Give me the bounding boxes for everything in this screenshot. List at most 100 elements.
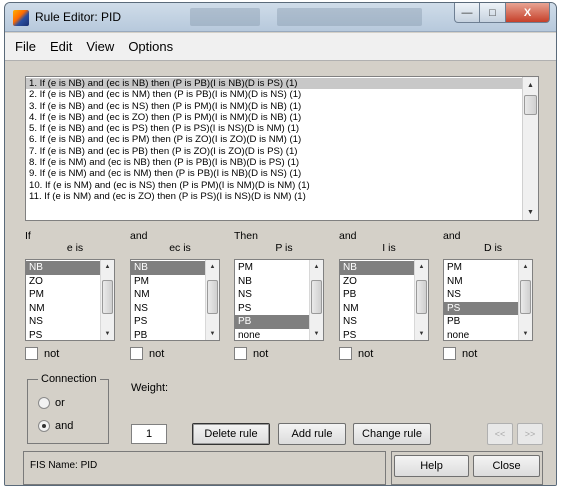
maximize-button[interactable]: □	[480, 3, 506, 23]
scroll-up-arrow-icon[interactable]: ▲	[206, 260, 219, 273]
menu-edit[interactable]: Edit	[50, 39, 72, 54]
listbox-option[interactable]: NM	[340, 302, 414, 316]
or-radio[interactable]	[38, 397, 50, 409]
listbox-option[interactable]: PM	[131, 275, 205, 289]
scroll-down-arrow-icon[interactable]: ▼	[101, 327, 114, 340]
listbox-option[interactable]: PB	[340, 288, 414, 302]
listbox-option[interactable]: NM	[26, 302, 100, 316]
connection-and-option[interactable]: and	[38, 420, 73, 432]
listbox-scrollbar[interactable]: ▲ ▼	[309, 260, 323, 340]
listbox-option[interactable]: PS	[444, 301, 518, 315]
listbox-option[interactable]: NS	[131, 302, 205, 316]
rule-list-scrollbar[interactable]: ▲ ▼	[522, 77, 538, 220]
listbox-scrollbar[interactable]: ▲ ▼	[414, 260, 428, 340]
listbox-option[interactable]: PS	[131, 315, 205, 329]
rule-item[interactable]: 10. If (e is NM) and (ec is NS) then (P …	[26, 180, 522, 191]
not-checkbox[interactable]	[443, 347, 456, 360]
rule-item[interactable]: 2. If (e is NB) and (ec is NM) then (P i…	[26, 89, 522, 100]
title-bar[interactable]: Rule Editor: PID — □ X	[5, 3, 556, 32]
listbox-option[interactable]: ZO	[26, 275, 100, 289]
listbox-option[interactable]: PS	[340, 329, 414, 341]
listbox-option[interactable]: PB	[131, 329, 205, 341]
not-checkbox[interactable]	[339, 347, 352, 360]
rule-item[interactable]: 7. If (e is NB) and (ec is PB) then (P i…	[26, 146, 522, 157]
menu-view[interactable]: View	[86, 39, 114, 54]
connection-or-option[interactable]: or	[38, 397, 65, 409]
not-checkbox[interactable]	[25, 347, 38, 360]
minimize-button[interactable]: —	[454, 3, 480, 23]
scroll-thumb[interactable]	[311, 280, 322, 314]
membership-listbox-e[interactable]: NB ZO PM NM NS PS ▲ ▼	[25, 259, 115, 341]
change-rule-button[interactable]: Change rule	[353, 423, 431, 445]
rule-item[interactable]: 6. If (e is NB) and (ec is PM) then (P i…	[26, 134, 522, 145]
scroll-up-arrow-icon[interactable]: ▲	[101, 260, 114, 273]
scroll-up-arrow-icon[interactable]: ▲	[415, 260, 428, 273]
close-button[interactable]: Close	[473, 455, 540, 477]
scroll-thumb[interactable]	[416, 280, 427, 314]
membership-listbox-i[interactable]: NB ZO PB NM NS PS ▲ ▼	[339, 259, 429, 341]
not-checkbox-row[interactable]: not	[339, 347, 429, 360]
membership-listbox-p[interactable]: PM NB NS PS PB none ▲ ▼	[234, 259, 324, 341]
rule-list[interactable]: 1. If (e is NB) and (ec is NB) then (P i…	[25, 76, 539, 221]
listbox-option[interactable]: NS	[340, 315, 414, 329]
and-radio[interactable]	[38, 420, 50, 432]
scroll-down-arrow-icon[interactable]: ▼	[206, 327, 219, 340]
listbox-option[interactable]: NM	[131, 288, 205, 302]
listbox-option[interactable]: NS	[26, 315, 100, 329]
rule-item[interactable]: 3. If (e is NB) and (ec is NS) then (P i…	[26, 101, 522, 112]
scroll-down-arrow-icon[interactable]: ▼	[415, 327, 428, 340]
not-checkbox[interactable]	[130, 347, 143, 360]
listbox-option[interactable]: none	[235, 329, 309, 341]
listbox-option[interactable]: PB	[235, 315, 309, 329]
listbox-option[interactable]: none	[444, 329, 518, 341]
listbox-option[interactable]: NB	[340, 261, 414, 275]
scroll-up-arrow-icon[interactable]: ▲	[310, 260, 323, 273]
add-rule-button[interactable]: Add rule	[278, 423, 346, 445]
scroll-thumb[interactable]	[520, 280, 531, 314]
not-checkbox-row[interactable]: not	[25, 347, 115, 360]
rule-item[interactable]: 4. If (e is NB) and (ec is ZO) then (P i…	[26, 112, 522, 123]
listbox-scrollbar[interactable]: ▲ ▼	[205, 260, 219, 340]
not-checkbox-row[interactable]: not	[443, 347, 533, 360]
membership-listbox-d[interactable]: PM NM NS PS PB none ▲ ▼	[443, 259, 533, 341]
close-window-button[interactable]: X	[506, 3, 550, 23]
scroll-down-arrow-icon[interactable]: ▼	[310, 327, 323, 340]
listbox-option[interactable]: NB	[131, 261, 205, 275]
scroll-up-arrow-icon[interactable]: ▲	[523, 77, 538, 93]
listbox-option[interactable]: PS	[26, 329, 100, 341]
weight-input[interactable]: 1	[131, 424, 167, 444]
listbox-option[interactable]: PS	[235, 302, 309, 316]
listbox-scrollbar[interactable]: ▲ ▼	[100, 260, 114, 340]
rule-item[interactable]: 11. If (e is NM) and (ec is ZO) then (P …	[26, 191, 522, 202]
next-button[interactable]: >>	[517, 423, 543, 445]
scroll-thumb[interactable]	[102, 280, 113, 314]
menu-file[interactable]: File	[15, 39, 36, 54]
listbox-option[interactable]: NB	[235, 275, 309, 289]
rule-item[interactable]: 8. If (e is NM) and (ec is NB) then (P i…	[26, 157, 522, 168]
not-checkbox[interactable]	[234, 347, 247, 360]
listbox-option[interactable]: ZO	[340, 275, 414, 289]
scroll-down-arrow-icon[interactable]: ▼	[519, 327, 532, 340]
previous-button[interactable]: <<	[487, 423, 513, 445]
menu-options[interactable]: Options	[128, 39, 173, 54]
listbox-option[interactable]: PM	[235, 261, 309, 275]
scroll-thumb[interactable]	[524, 95, 537, 115]
listbox-scrollbar[interactable]: ▲ ▼	[518, 260, 532, 340]
membership-listbox-ec[interactable]: NB PM NM NS PS PB ▲ ▼	[130, 259, 220, 341]
help-button[interactable]: Help	[394, 455, 469, 477]
rule-item[interactable]: 1. If (e is NB) and (ec is NB) then (P i…	[26, 78, 522, 90]
scroll-down-arrow-icon[interactable]: ▼	[523, 204, 538, 220]
listbox-option[interactable]: PM	[444, 261, 518, 275]
scroll-thumb[interactable]	[207, 280, 218, 314]
not-checkbox-row[interactable]: not	[130, 347, 220, 360]
listbox-option[interactable]: NB	[26, 261, 100, 275]
listbox-option[interactable]: PB	[444, 315, 518, 329]
listbox-option[interactable]: NS	[444, 288, 518, 302]
listbox-option[interactable]: NM	[444, 275, 518, 289]
scroll-up-arrow-icon[interactable]: ▲	[519, 260, 532, 273]
delete-rule-button[interactable]: Delete rule	[192, 423, 270, 445]
rule-item[interactable]: 9. If (e is NM) and (ec is NM) then (P i…	[26, 168, 522, 179]
rule-item[interactable]: 5. If (e is NB) and (ec is PS) then (P i…	[26, 123, 522, 134]
not-checkbox-row[interactable]: not	[234, 347, 324, 360]
listbox-option[interactable]: NS	[235, 288, 309, 302]
